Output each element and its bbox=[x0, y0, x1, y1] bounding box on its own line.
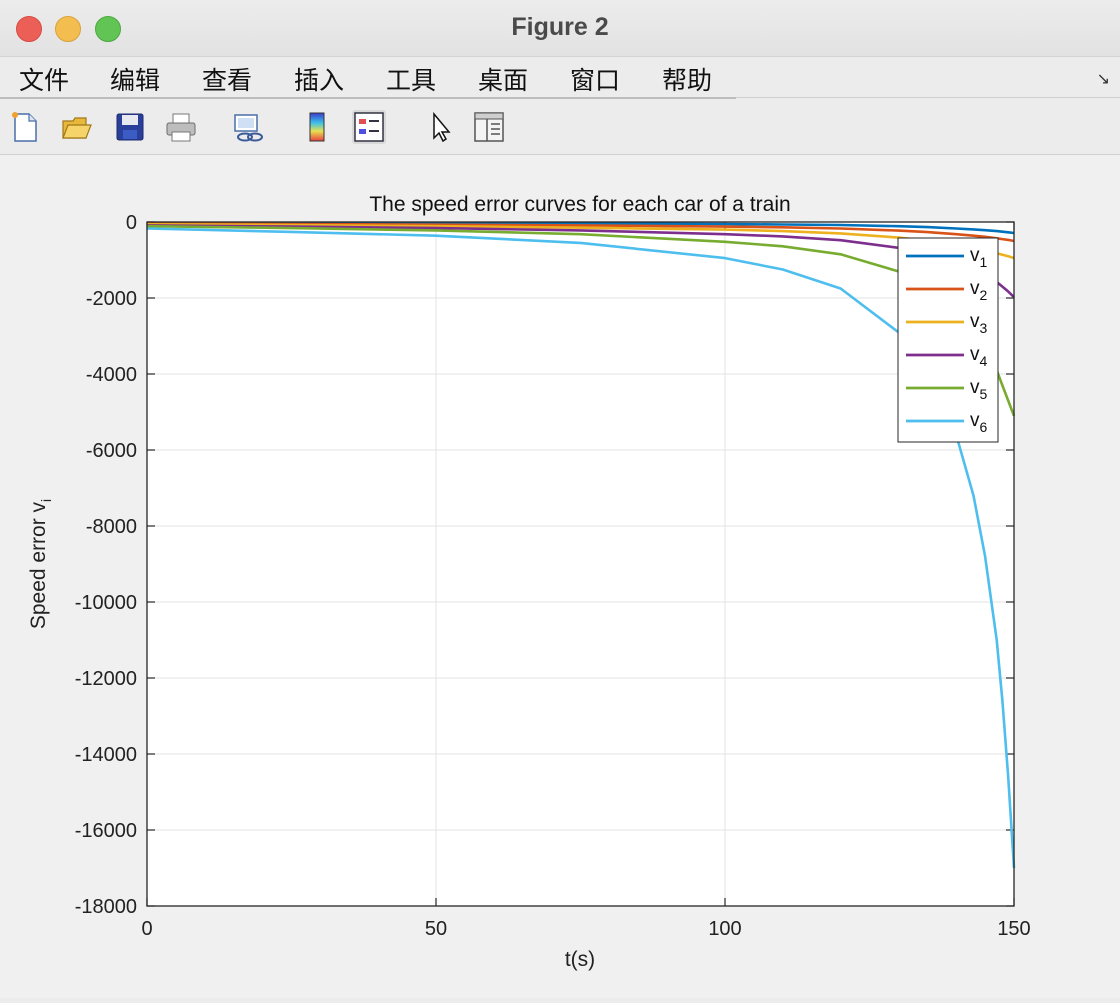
legend-label-main: v bbox=[970, 410, 980, 431]
y-tick-label: -10000 bbox=[75, 592, 137, 614]
legend-label-sub: 3 bbox=[980, 320, 988, 336]
menu-help[interactable]: 帮助 bbox=[662, 61, 712, 97]
y-tick-label: -18000 bbox=[75, 896, 137, 918]
legend-label-main: v bbox=[970, 311, 980, 332]
figure-canvas: 0 50 100 150 0 -2000 -4000 -6000 -8000 -10000 -120… bbox=[0, 155, 1120, 998]
legend[interactable]: v1v2v3v4v5v6 bbox=[897, 237, 999, 443]
legend-label-sub: 4 bbox=[980, 353, 988, 369]
y-tick-label: -2000 bbox=[86, 288, 137, 310]
open-file-icon[interactable] bbox=[60, 110, 94, 144]
legend-icon[interactable] bbox=[352, 110, 386, 144]
y-tick-label: 0 bbox=[126, 212, 137, 234]
legend-label-sub: 6 bbox=[980, 419, 988, 435]
link-figure-icon[interactable] bbox=[231, 110, 265, 144]
title-bar: Figure 2 bbox=[0, 0, 1120, 57]
menu-overflow-icon[interactable]: ↘ bbox=[1097, 69, 1110, 89]
new-figure-icon[interactable] bbox=[9, 110, 43, 144]
legend-label-main: v bbox=[970, 278, 980, 299]
menu-view[interactable]: 查看 bbox=[202, 61, 252, 97]
save-icon[interactable] bbox=[113, 110, 147, 144]
menu-file[interactable]: 文件 bbox=[19, 61, 69, 97]
window-title: Figure 2 bbox=[511, 13, 609, 41]
legend-label-sub: 1 bbox=[980, 254, 988, 270]
print-icon[interactable] bbox=[164, 110, 198, 144]
y-tick-label: -14000 bbox=[75, 744, 137, 766]
legend-label-sub: 2 bbox=[980, 287, 988, 303]
chart-title: The speed error curves for each car of a… bbox=[369, 193, 790, 216]
y-axis-label-main: Speed error v bbox=[27, 501, 50, 629]
menu-tools[interactable]: 工具 bbox=[386, 61, 436, 97]
y-axis-label: Speed error vi bbox=[27, 499, 54, 629]
colorbar-icon[interactable] bbox=[300, 110, 334, 144]
pointer-icon[interactable] bbox=[424, 110, 458, 144]
legend-label-main: v bbox=[970, 245, 980, 266]
legend-label-sub: 5 bbox=[980, 386, 988, 402]
y-tick-label: -12000 bbox=[75, 668, 137, 690]
menu-bar: 文件 编辑 查看 插入 工具 桌面 窗口 帮助 ↘ bbox=[0, 57, 1120, 99]
y-axis-label-sub: i bbox=[38, 499, 54, 502]
y-tick-label: -4000 bbox=[86, 364, 137, 386]
y-tick-label: -6000 bbox=[86, 440, 137, 462]
menu-divider-right bbox=[736, 97, 1120, 98]
menu-insert[interactable]: 插入 bbox=[294, 61, 344, 97]
menu-edit[interactable]: 编辑 bbox=[110, 61, 160, 97]
y-tick-label: -16000 bbox=[75, 820, 137, 842]
menu-window[interactable]: 窗口 bbox=[570, 61, 620, 97]
legend-label-main: v bbox=[970, 377, 980, 398]
speed-error-chart[interactable]: 0 50 100 150 0 -2000 -4000 -6000 -8000 -10000 -120… bbox=[0, 155, 1120, 998]
x-tick-label: 0 bbox=[141, 918, 152, 940]
menu-desktop[interactable]: 桌面 bbox=[478, 61, 528, 97]
axes-background bbox=[147, 222, 1014, 906]
property-inspector-icon[interactable] bbox=[472, 110, 506, 144]
figure-toolbar bbox=[0, 100, 1120, 155]
x-tick-label: 50 bbox=[425, 918, 447, 940]
x-tick-label: 150 bbox=[997, 918, 1030, 940]
x-axis-label: t(s) bbox=[565, 948, 595, 971]
menu-divider bbox=[0, 97, 736, 99]
y-tick-label: -8000 bbox=[86, 516, 137, 538]
x-tick-label: 100 bbox=[708, 918, 741, 940]
legend-label-main: v bbox=[970, 344, 980, 365]
